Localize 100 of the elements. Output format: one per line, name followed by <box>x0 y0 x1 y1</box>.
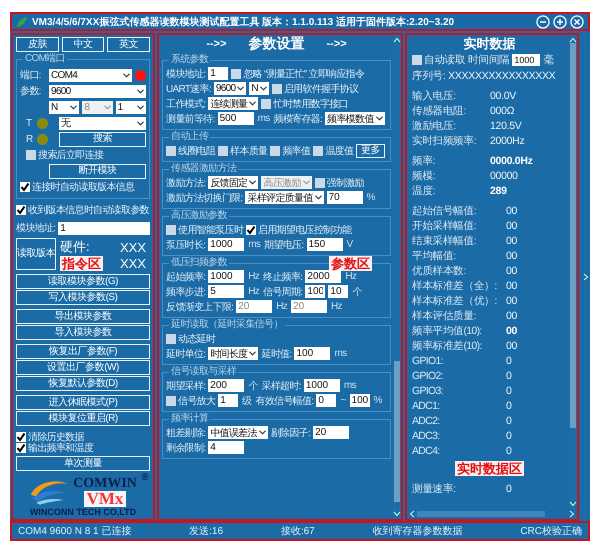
checkbox[interactable]: 频率值 <box>270 144 310 158</box>
read-version-button[interactable]: 读取版本 <box>16 238 56 270</box>
text-field[interactable]: 20 <box>313 426 350 439</box>
single-measure-button[interactable]: 单次测量 <box>16 456 150 471</box>
text-field[interactable]: 4 <box>208 441 244 454</box>
checkbox[interactable]: 清除历史数据 <box>16 431 150 442</box>
data-value: 00 <box>506 340 518 352</box>
checkbox[interactable]: 样本质量 <box>218 144 268 158</box>
text-field[interactable]: 500 <box>218 112 254 125</box>
text-field[interactable]: 5 <box>208 285 244 298</box>
command-button[interactable]: 设置出厂参数(W) <box>16 360 150 375</box>
flow-dropdown[interactable]: 无 <box>59 116 146 130</box>
text-field[interactable]: 1 <box>208 67 228 80</box>
checkbox[interactable]: 自动读取 <box>412 52 466 66</box>
data-label: ADC4: <box>412 444 440 456</box>
data-label: 样本标准差（优）: <box>412 294 498 308</box>
minimize-icon[interactable] <box>536 14 550 28</box>
text-field[interactable]: 150 <box>306 238 342 251</box>
checkbox[interactable]: 忙时禁用数字接口 <box>261 96 348 110</box>
field-label: 剩余限制: <box>166 442 206 454</box>
checkbox[interactable]: 使用智能泵压时 <box>166 222 244 236</box>
checkbox[interactable]: 输出频率和温度 <box>16 442 150 453</box>
data-label: ADC1: <box>412 400 440 412</box>
checkbox[interactable]: 忽略 “测量正忙” 立即响应指令 <box>231 66 364 80</box>
more-button[interactable]: 更多 <box>356 144 386 158</box>
text-field[interactable]: 1 <box>218 394 238 407</box>
interval-field[interactable]: 1000 <box>512 54 540 66</box>
dropdown[interactable]: N <box>249 82 269 95</box>
port-dropdown[interactable]: COM4 <box>49 68 132 82</box>
text-field[interactable]: 0 <box>316 394 336 407</box>
checkbox[interactable]: 动态延时 <box>166 332 216 346</box>
command-button[interactable]: 恢复默认参数(D) <box>16 376 150 391</box>
checkbox[interactable]: 温度值 <box>313 144 354 158</box>
data-value: 289 <box>490 184 507 196</box>
text-field[interactable]: 2000 <box>305 270 342 283</box>
arrow-right-icon[interactable] <box>569 510 575 518</box>
command-button[interactable]: 导出模块参数 <box>16 309 150 324</box>
search-button[interactable]: 搜索 <box>59 132 146 146</box>
address-field[interactable]: 1 <box>58 222 150 234</box>
disconnect-button[interactable]: 断开模块 <box>49 164 146 178</box>
dropdown[interactable]: 采样评定质量值 <box>245 191 324 204</box>
arrow-down-icon[interactable] <box>393 511 401 517</box>
toolbar-button[interactable]: 英文 <box>107 37 150 52</box>
command-button[interactable]: 导入模块参数 <box>16 325 150 340</box>
group-title: 频率计算 <box>169 413 210 425</box>
text-field[interactable]: 70 <box>326 191 363 204</box>
arrow-down-icon[interactable] <box>569 501 577 507</box>
checkbox[interactable]: 连接时自动读取版本信息 <box>20 180 134 194</box>
command-button[interactable]: 读取模块参数(G) <box>16 274 150 289</box>
toolbar-button[interactable]: 皮肤 <box>16 37 59 52</box>
checkbox[interactable]: 收到版本信息时自动读取参数 <box>16 203 149 217</box>
arrow-up-icon[interactable] <box>569 37 577 43</box>
scrollbar[interactable] <box>393 35 401 519</box>
command-button[interactable]: 写入模块参数(S) <box>16 290 150 305</box>
panel-title: 参数设置 <box>248 35 304 53</box>
group-title: 自动上传 <box>169 131 210 143</box>
dropdown[interactable]: 时间长度 <box>208 347 258 360</box>
data-label: ADC3: <box>412 430 440 442</box>
text-field[interactable]: 1000 <box>208 238 244 251</box>
expand-icon[interactable] <box>582 273 588 281</box>
dropdown[interactable]: 连续测量 <box>208 97 258 110</box>
scrollbar[interactable] <box>569 35 577 509</box>
baud-dropdown[interactable]: 9600 <box>49 84 146 98</box>
text-field[interactable]: 200 <box>208 379 244 392</box>
text-field[interactable]: 1000 <box>304 379 340 392</box>
dropdown[interactable]: 中值误差法 <box>208 426 268 439</box>
unit-label: Hz <box>344 271 358 282</box>
checkbox[interactable]: 信号放大 <box>166 394 216 408</box>
checkbox[interactable]: 线圈电阻 <box>166 144 216 158</box>
dropdown[interactable]: 反馈固定 <box>208 176 258 189</box>
horizontal-scrollbar[interactable] <box>407 509 577 519</box>
arrow-left-icon[interactable] <box>409 510 415 518</box>
checkbox[interactable]: 启用软件握手协议 <box>272 82 358 96</box>
text-field[interactable]: 100 <box>294 347 330 360</box>
dropdown[interactable]: 频率模数值 <box>325 112 385 125</box>
data-value: 00 <box>506 310 518 322</box>
command-button[interactable]: 模块复位重启(R) <box>16 411 150 426</box>
checkbox[interactable]: 启用期望电压控制功能 <box>246 222 352 236</box>
field-label: 模块地址: <box>166 68 206 80</box>
dropdown[interactable]: 9600 <box>214 82 246 95</box>
group-title: 信号读取与采样 <box>169 366 238 378</box>
checkbox[interactable]: 搜索后立即连接 <box>26 148 104 162</box>
field-label: 剔除因子: <box>270 426 310 440</box>
text-field[interactable]: 10 <box>328 285 348 298</box>
parity-dropdown[interactable]: N <box>49 100 80 114</box>
arrow-up-icon[interactable] <box>393 37 401 43</box>
toolbar-button[interactable]: 中文 <box>62 37 104 52</box>
command-button[interactable]: 进入休眠模式(P) <box>16 395 150 410</box>
field-label: 时间间隔 <box>468 52 510 66</box>
text-field[interactable]: 100 <box>305 285 326 298</box>
text-field[interactable]: 1000 <box>208 270 244 283</box>
text-field[interactable]: 100 <box>350 394 370 407</box>
stop-bits-dropdown[interactable]: 1 <box>116 100 146 114</box>
maximize-icon[interactable] <box>553 14 567 28</box>
checkbox[interactable]: 强制激励 <box>314 176 364 190</box>
command-button[interactable]: 恢复出厂参数(F) <box>16 344 150 359</box>
data-value: 00 <box>506 234 518 246</box>
data-value: 00 <box>506 220 518 232</box>
unit-label: ms <box>256 113 271 124</box>
close-icon[interactable] <box>570 14 584 28</box>
